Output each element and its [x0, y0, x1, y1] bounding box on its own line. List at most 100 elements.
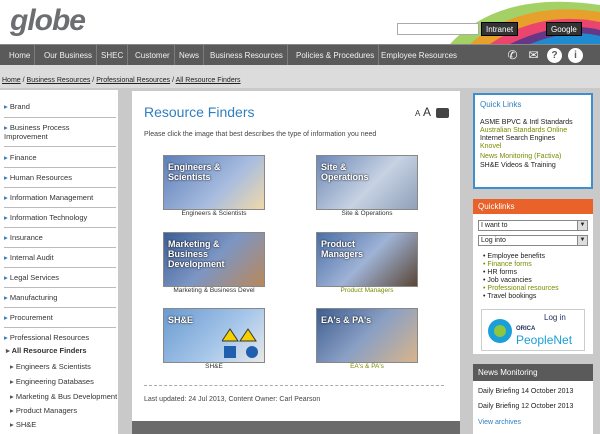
nav-our-business[interactable]: Our Business — [40, 45, 98, 66]
search-input[interactable] — [397, 23, 479, 35]
view-archives-link[interactable]: View archives — [478, 419, 521, 426]
quick-link[interactable]: ASME BPVC & Intl Standards — [480, 119, 573, 127]
mail-icon[interactable]: ✉ — [526, 48, 541, 63]
chevron-down-icon: ▼ — [577, 236, 587, 245]
sidebar-item-all-resource-finders[interactable]: All Resource Finders — [6, 346, 87, 355]
tile-label: Marketing & Business Development — [168, 239, 225, 269]
breadcrumb-professional-resources[interactable]: Professional Resources — [96, 77, 170, 84]
nav-customer[interactable]: Customer — [131, 45, 175, 66]
breadcrumb-current[interactable]: All Resource Finders — [176, 77, 241, 84]
quick-link[interactable]: Knovel — [480, 143, 501, 151]
quicklink-item[interactable]: • Travel bookings — [483, 293, 536, 301]
content-footer-bar — [132, 421, 460, 434]
tile-eas-pas[interactable]: EA's & PA's — [316, 308, 418, 363]
quicklink-item[interactable]: • Job vacancies — [483, 277, 532, 285]
quicklink-item[interactable]: • HR forms — [483, 269, 517, 277]
quicklink-item[interactable]: • Employee benefits — [483, 253, 545, 261]
nav-business-resources[interactable]: Business Resources — [206, 45, 288, 66]
divider — [4, 187, 116, 188]
tile-label: EA's & PA's — [321, 315, 372, 325]
quick-link[interactable]: Internet Search Engines — [480, 135, 555, 143]
tile-site-operations[interactable]: Site & Operations — [316, 155, 418, 210]
nav-home[interactable]: Home — [5, 45, 36, 66]
divider — [4, 307, 116, 308]
help-icon[interactable]: ? — [547, 48, 562, 63]
sidebar-subitem[interactable]: SH&E — [10, 420, 36, 429]
divider — [4, 287, 116, 288]
globe-logo[interactable]: globe — [10, 4, 86, 38]
sidebar-item-hr[interactable]: Human Resources — [4, 173, 114, 182]
nav-employee-resources[interactable]: Employee Resources — [377, 45, 461, 66]
tile-she[interactable]: SH&E — [163, 308, 265, 363]
divider — [4, 146, 116, 147]
search-google-button[interactable]: Google — [546, 22, 582, 36]
tile-marketing-business-development[interactable]: Marketing & Business Development — [163, 232, 265, 287]
quick-link[interactable]: SH&E Videos & Training — [480, 162, 556, 170]
info-icon[interactable]: i — [568, 48, 583, 63]
page-tools: A A — [415, 105, 449, 119]
sidebar-item-it[interactable]: Information Technology — [4, 213, 114, 222]
sidebar-item-legal[interactable]: Legal Services — [4, 273, 114, 282]
peoplenet-banner[interactable]: Log in ORICA PeopleNet — [481, 309, 585, 351]
peoplenet-logo-icon — [488, 319, 512, 343]
tile-engineers-scientists[interactable]: Engineers & Scientists — [163, 155, 265, 210]
tile-caption[interactable]: Engineers & Scientists — [163, 210, 265, 217]
search-intranet-button[interactable]: Intranet — [481, 22, 519, 36]
tile-caption[interactable]: Site & Operations — [316, 210, 418, 217]
news-monitoring-title: News Monitoring — [473, 364, 593, 381]
sidebar-subitem[interactable]: Product Managers — [10, 406, 77, 415]
print-icon[interactable] — [435, 107, 449, 118]
main-content: Resource Finders A A Please click the im… — [132, 91, 460, 434]
last-updated: Last updated: 24 Jul 2013, Content Owner… — [144, 396, 321, 403]
sidebar-subitem[interactable]: Engineering Databases — [10, 377, 94, 386]
quicklink-item[interactable]: • Professional resources — [483, 285, 559, 293]
divider — [4, 207, 116, 208]
tile-product-managers[interactable]: Product Managers — [316, 232, 418, 287]
sidebar-item-brand[interactable]: Brand — [4, 102, 114, 111]
sidebar-item-professional-resources[interactable]: Professional Resources — [4, 333, 114, 342]
header: globe Intranet Google — [0, 0, 600, 44]
nav-news[interactable]: News — [175, 45, 205, 66]
divider — [4, 227, 116, 228]
nav-shec[interactable]: SHEC — [97, 45, 129, 66]
tile-caption[interactable]: EA's & PA's — [316, 363, 418, 370]
nav-policies-procedures[interactable]: Policies & Procedures — [292, 45, 380, 66]
tile-label: SH&E — [168, 315, 194, 325]
sidebar-item-internal-audit[interactable]: Internal Audit — [4, 253, 114, 262]
quicklinks-panel: Quicklinks I want to ▼ Log into ▼ • Employ… — [473, 199, 593, 354]
tile-caption[interactable]: SH&E — [163, 363, 265, 370]
news-item[interactable]: Daily Briefing 14 October 2013 — [478, 388, 573, 395]
page-title: Resource Finders — [144, 104, 255, 120]
sidebar-subitem[interactable]: Marketing & Bus Development — [10, 392, 117, 401]
sidebar-subitem[interactable]: Engineers & Scientists — [10, 362, 91, 371]
tile-caption[interactable]: Product Managers — [316, 287, 418, 294]
sidebar-item-bpi[interactable]: Business Process Improvement — [4, 123, 114, 141]
sidebar-item-insurance[interactable]: Insurance — [4, 233, 114, 242]
divider — [4, 327, 116, 328]
tile-label: Product Managers — [321, 239, 364, 259]
news-monitoring-panel: News Monitoring Daily Briefing 14 Octobe… — [473, 364, 593, 434]
i-want-to-select[interactable]: I want to ▼ — [478, 220, 588, 231]
text-larger-button[interactable]: A — [423, 105, 430, 119]
login-label: Log in — [544, 313, 566, 322]
sidebar-item-info-mgmt[interactable]: Information Management — [4, 193, 114, 202]
tile-caption[interactable]: Marketing & Business Devel — [163, 287, 265, 294]
phone-icon[interactable]: ✆ — [505, 48, 520, 63]
tile-label: Site & Operations — [321, 162, 369, 182]
divider — [4, 267, 116, 268]
quick-links-title: Quick Links — [480, 100, 522, 109]
intro-text: Please click the image that best describ… — [144, 131, 377, 138]
quicklink-item[interactable]: • Finance forms — [483, 261, 532, 269]
log-into-select[interactable]: Log into ▼ — [478, 235, 588, 246]
news-item[interactable]: Daily Briefing 12 October 2013 — [478, 403, 573, 410]
orica-label: ORICA — [516, 326, 536, 332]
sidebar-item-procurement[interactable]: Procurement — [4, 313, 114, 322]
quick-link[interactable]: News Monitoring (Factiva) — [480, 153, 561, 161]
sidebar-item-manufacturing[interactable]: Manufacturing — [4, 293, 114, 302]
quick-links-panel: Quick Links ASME BPVC & Intl Standards A… — [473, 93, 593, 189]
text-smaller-button[interactable]: A — [415, 109, 420, 118]
breadcrumb-home[interactable]: Home — [2, 77, 21, 84]
breadcrumb-business-resources[interactable]: Business Resources — [27, 77, 91, 84]
sidebar-item-finance[interactable]: Finance — [4, 153, 114, 162]
quick-link[interactable]: Australian Standards Online — [480, 127, 567, 135]
